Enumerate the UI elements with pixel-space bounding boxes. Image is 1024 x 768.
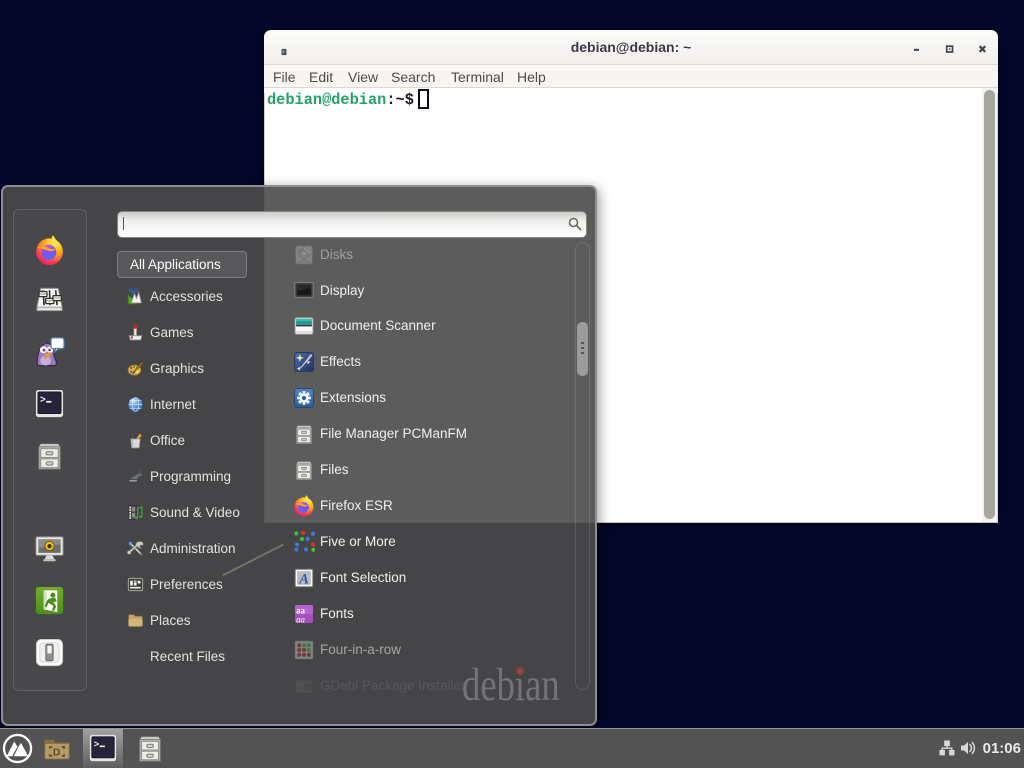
svg-text:D: D [53,747,60,758]
svg-text:A: A [298,571,309,587]
svg-text:>: > [40,395,46,406]
svg-text:>: > [94,739,100,750]
svg-text:aa: aa [296,614,305,624]
